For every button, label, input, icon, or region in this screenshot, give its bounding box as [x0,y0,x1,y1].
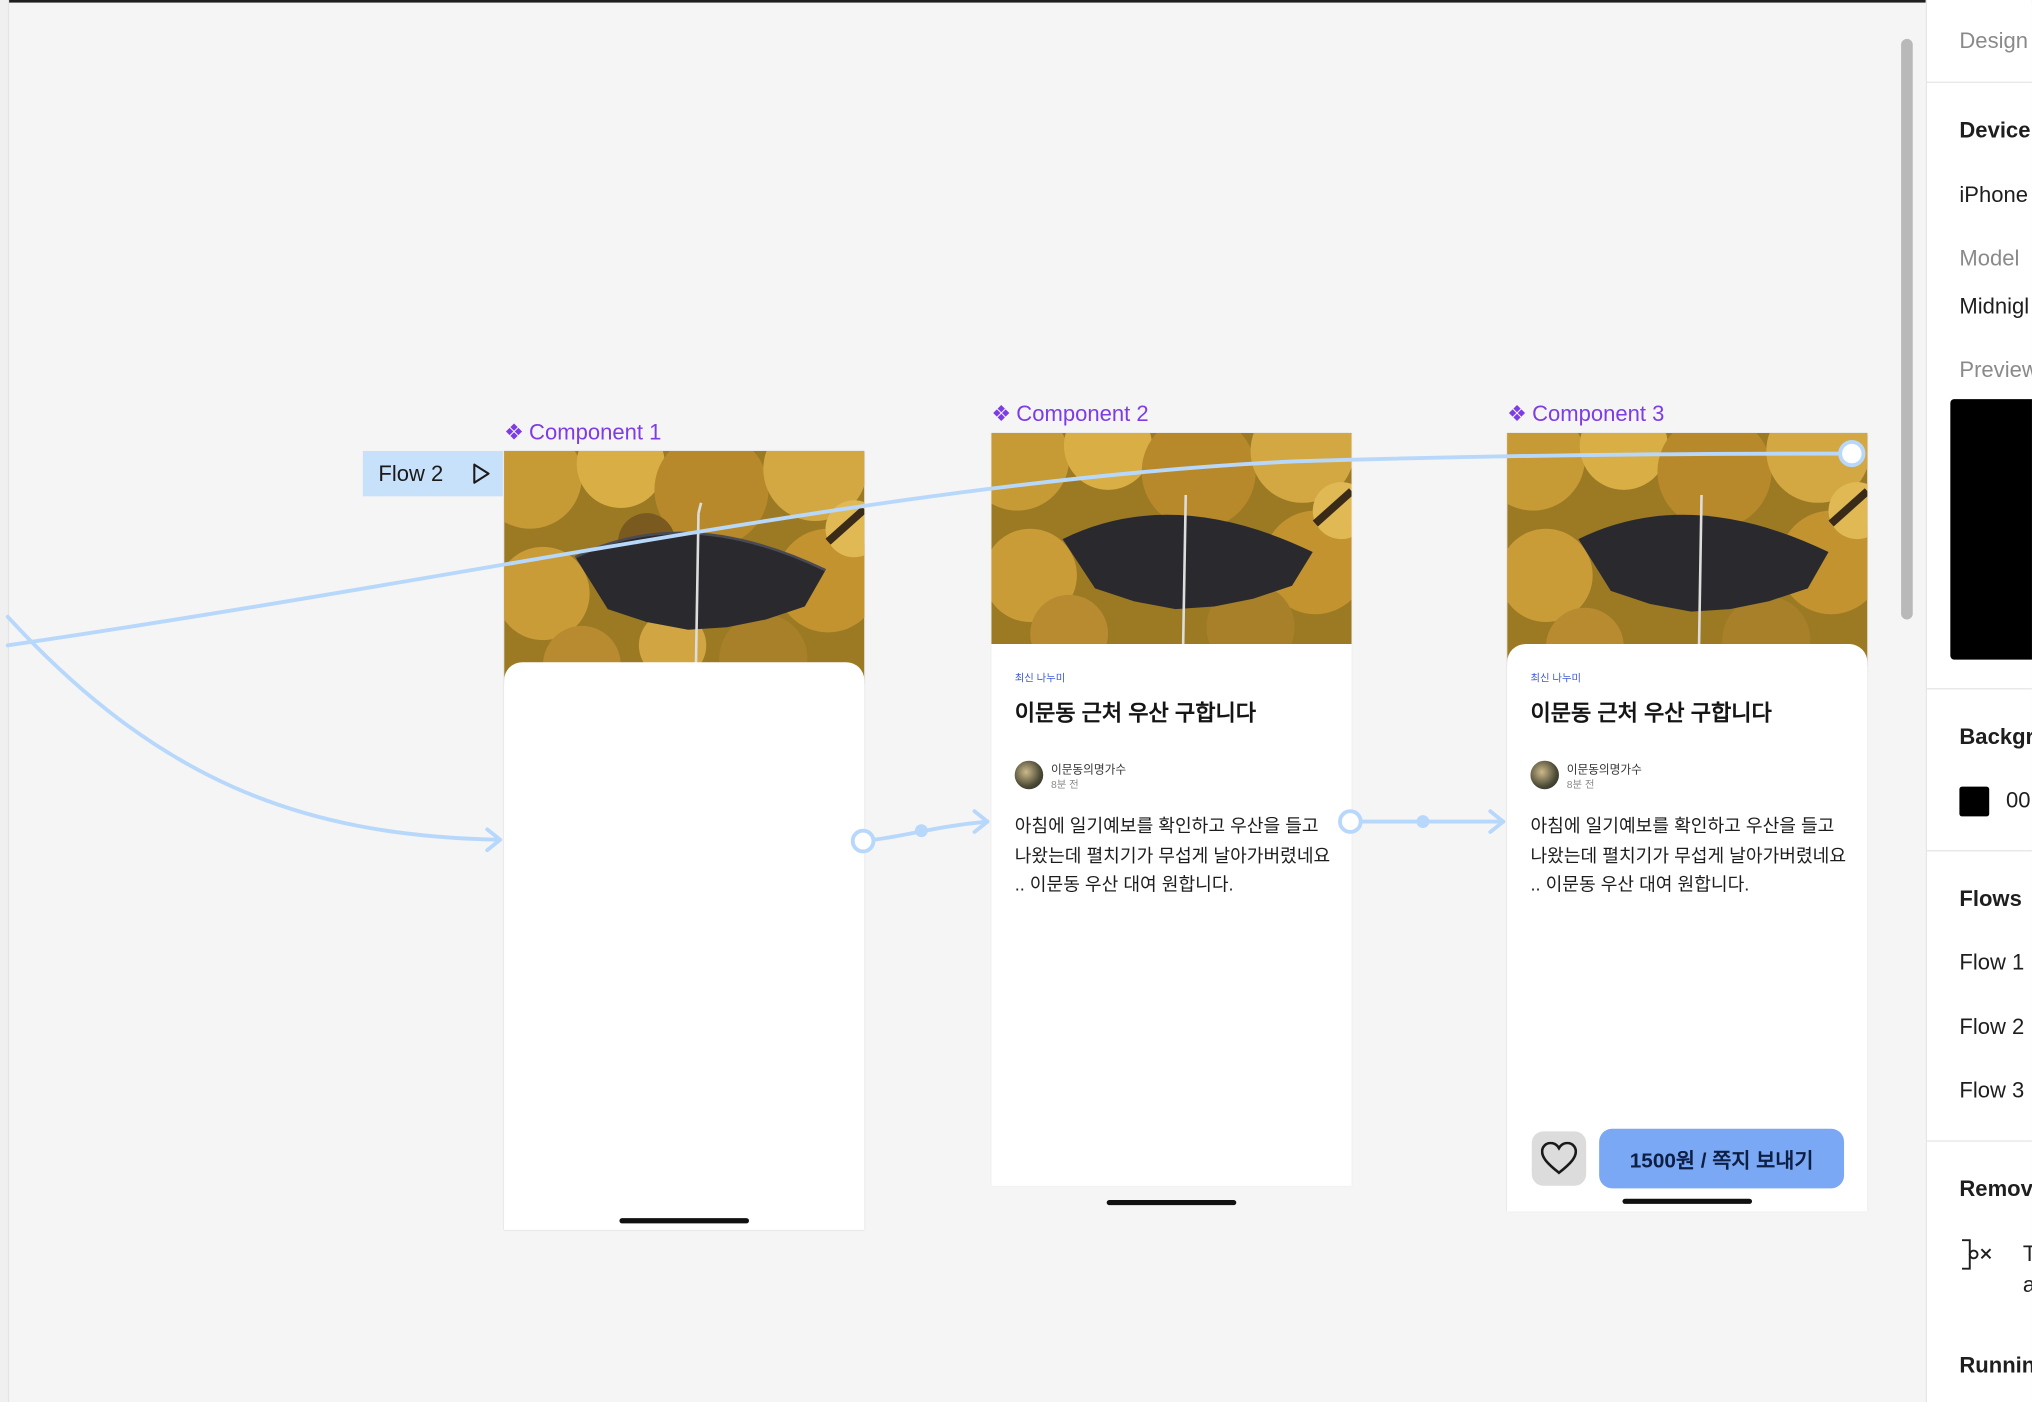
component-2-label[interactable]: ❖ Component 2 [991,402,1148,428]
divider [1927,1140,2032,1142]
background-color-value[interactable]: 00 [2006,788,2031,814]
remove-description-line-2: a [2023,1273,2032,1299]
remove-description-line-1: T [2023,1241,2032,1267]
home-indicator [1622,1198,1753,1204]
home-indicator [619,1218,750,1224]
component-1-label[interactable]: ❖ Component 1 [504,420,661,446]
post-tag: 최신 나누미 [1014,672,1066,685]
component-3-name: Component 3 [1532,401,1665,427]
frame-component-3[interactable]: 최신 나누미 이문동 근처 우산 구합니다 이문동의명가수 8분 전 아침에 일… [1507,432,1868,1212]
device-preview [1950,399,2032,660]
component-icon: ❖ [504,419,524,445]
canvas-scrollbar[interactable] [1901,38,1913,620]
flow-start-tag[interactable]: Flow 2 [362,450,503,497]
heart-icon [1540,1141,1578,1175]
post-body: 아침에 일기예보를 확인하고 우산을 들고 나왔는데 펼치기가 무섭게 날아가버… [1530,815,1847,895]
post-time: 8분 전 [1050,778,1079,791]
umbrella-photo [1507,432,1868,667]
divider [1927,688,2032,690]
flows-heading: Flows [1959,886,2022,912]
divider [1927,81,2032,83]
component-icon: ❖ [1507,401,1527,427]
connector-dot [914,824,928,838]
avatar [1014,760,1044,790]
prototype-canvas[interactable]: Flow 2 ❖ Component 1 ❖ Component 2 ❖ Compon… [0,0,2032,1402]
avatar [1530,760,1559,790]
flow-tag-label: Flow 2 [378,460,444,486]
flow-item-2[interactable]: Flow 2 [1959,1015,2024,1041]
divider [1927,850,2032,852]
remove-heading: Remov [1959,1176,2032,1202]
umbrella-photo [504,450,865,685]
user-name: 이문동의명가수 [1566,763,1642,777]
component-3-label[interactable]: ❖ Component 3 [1507,402,1664,428]
arrow-head [972,809,990,834]
left-gutter [0,0,10,1402]
component-icon: ❖ [991,401,1012,427]
connector-line[interactable] [5,614,501,842]
arrow-head [1488,809,1506,834]
background-heading: Backgr [1959,724,2032,750]
top-border [0,0,2032,3]
post-title: 이문동 근처 우산 구합니다 [1014,701,1257,726]
post-title: 이문동 근처 우산 구합니다 [1530,701,1772,726]
flow-item-1[interactable]: Flow 1 [1959,950,2024,976]
device-heading: Device [1959,117,2031,143]
arrow-head [485,827,503,853]
preview-label: Preview [1959,357,2032,383]
user-name: 이문동의명가수 [1050,763,1127,777]
connector-dot [1416,815,1430,829]
like-button[interactable] [1531,1131,1587,1186]
play-icon[interactable] [472,463,491,485]
flow-item-3[interactable]: Flow 3 [1959,1078,2024,1104]
connector-line[interactable] [871,819,990,842]
frame-component-1[interactable] [504,450,865,1230]
running-heading: Runnin [1959,1352,2032,1378]
content-sheet [1507,644,1868,1212]
frame-component-2[interactable]: 최신 나누미 이문동 근처 우산 구합니다 이문동의명가수 8분 전 아침에 일… [991,432,1352,1186]
send-message-button[interactable]: 1500원 / 쪽지 보내기 [1599,1128,1845,1189]
remove-link-icon [1961,1239,1992,1270]
post-tag: 최신 나누미 [1530,672,1582,685]
home-indicator [1106,1200,1237,1206]
right-panel: Design Device iPhone Model Midnigl Previ… [1925,0,2032,1402]
component-2-name: Component 2 [1016,401,1149,427]
device-select[interactable]: iPhone [1959,183,2028,209]
model-select[interactable]: Midnigl [1959,294,2029,320]
model-label: Model [1959,246,2020,271]
post-time: 8분 전 [1566,778,1595,791]
post-body: 아침에 일기예보를 확인하고 우산을 들고 나왔는데 펼치기가 무섭게 날아가버… [1014,815,1331,895]
content-sheet [504,662,865,1230]
component-1-name: Component 1 [529,419,662,445]
umbrella-photo [991,432,1352,645]
background-color-swatch[interactable] [1959,786,1990,817]
tab-design[interactable]: Design [1959,29,2028,55]
